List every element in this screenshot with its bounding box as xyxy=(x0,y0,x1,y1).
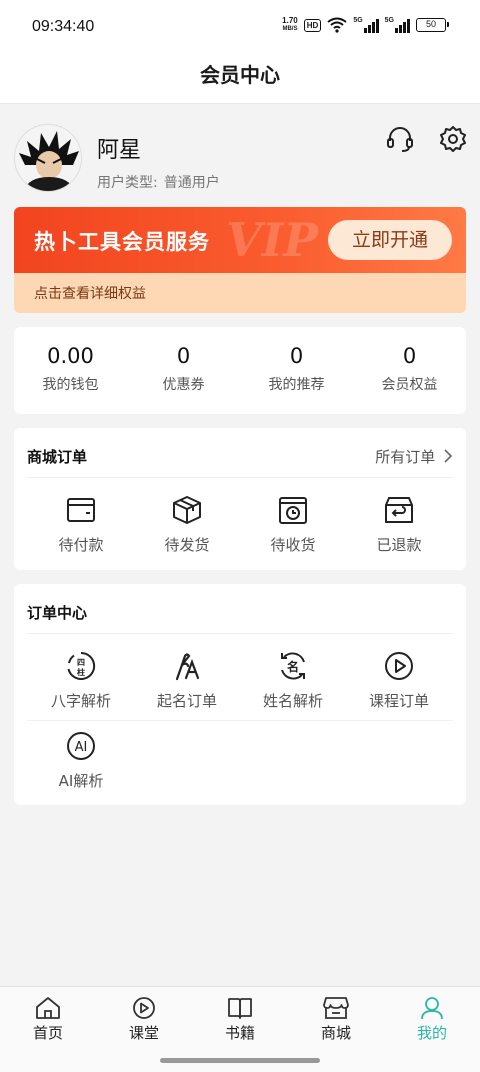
bazi-icon: 四 柱 xyxy=(67,651,96,680)
user-type: 用户类型: 普通用户 xyxy=(97,172,220,192)
play-circle-icon xyxy=(133,997,155,1019)
vip-subscribe-button[interactable]: 立即开通 xyxy=(328,220,452,260)
store-icon xyxy=(323,997,349,1019)
headset-icon[interactable] xyxy=(385,124,415,154)
chevron-right-icon xyxy=(444,449,453,463)
tab-home[interactable]: 首页 xyxy=(0,987,96,1072)
user-type-label: 用户类型: xyxy=(97,175,158,191)
vip-benefits-link[interactable]: 点击查看详细权益 xyxy=(34,283,146,303)
profile-section: 阿星 用户类型: 普通用户 xyxy=(0,104,480,204)
stat-coupons[interactable]: 0 优惠券 xyxy=(127,327,240,414)
order-center-row-2: AI AI解析 xyxy=(14,730,466,791)
play-circle-icon xyxy=(385,652,413,680)
gear-icon[interactable] xyxy=(438,124,468,154)
order-center-card: 订单中心 四 柱 八字解析 起名订单 名 姓名解析 课程订单 AI AI解析 xyxy=(14,584,466,805)
stat-label: 优惠券 xyxy=(162,377,205,393)
status-time: 09:34:40 xyxy=(32,18,95,35)
user-name: 阿星 xyxy=(97,138,142,163)
vip-banner-bottom[interactable]: 点击查看详细权益 xyxy=(14,273,466,313)
order-pending-payment[interactable]: 待付款 xyxy=(28,494,134,555)
return-box-icon xyxy=(385,497,413,523)
order-pending-shipment[interactable]: 待发货 xyxy=(134,494,240,555)
stat-value: 0 xyxy=(289,344,304,368)
signal-icon-2: 5G xyxy=(385,17,410,33)
svg-text:四: 四 xyxy=(77,658,85,667)
status-icons: 1.70 MB/S HD 5G 5G 50 xyxy=(282,16,449,33)
order-center-header: 订单中心 xyxy=(27,584,453,634)
status-bar: 09:34:40 1.70 MB/S HD 5G 5G 50 xyxy=(0,0,480,56)
battery-icon: 50 xyxy=(416,18,449,32)
stats-card: 0.00 我的钱包 0 优惠券 0 我的推荐 0 会员权益 xyxy=(14,327,466,414)
svg-text:AI: AI xyxy=(75,740,88,755)
shop-orders-row: 待付款 待发货 待收货 已退款 xyxy=(14,494,466,555)
order-center-title: 订单中心 xyxy=(27,604,88,622)
svg-text:名: 名 xyxy=(287,659,299,674)
svg-text:柱: 柱 xyxy=(77,667,85,677)
home-icon xyxy=(36,997,60,1019)
order-naming[interactable]: 起名订单 xyxy=(134,650,240,711)
order-ai-analysis[interactable]: AI AI解析 xyxy=(28,730,134,791)
naming-icon xyxy=(175,653,200,681)
home-indicator[interactable] xyxy=(160,1058,320,1063)
stat-referrals[interactable]: 0 我的推荐 xyxy=(240,327,353,414)
tab-mine[interactable]: 我的 xyxy=(384,987,480,1072)
shop-orders-card: 商城订单 所有订单 待付款 待发货 待收货 已退款 xyxy=(14,428,466,570)
avatar-image xyxy=(15,125,81,191)
user-icon xyxy=(421,997,443,1020)
order-refunded[interactable]: 已退款 xyxy=(346,494,452,555)
all-orders-link[interactable]: 所有订单 xyxy=(375,446,453,467)
stat-value: 0 xyxy=(402,344,417,368)
hd-icon: HD xyxy=(303,18,322,32)
stat-wallet[interactable]: 0.00 我的钱包 xyxy=(14,327,127,414)
user-type-value: 普通用户 xyxy=(163,175,220,191)
order-course[interactable]: 课程订单 xyxy=(346,650,452,711)
wifi-icon xyxy=(327,17,347,33)
avatar[interactable] xyxy=(14,124,82,192)
name-analysis-icon: 名 xyxy=(281,652,305,680)
stat-member-benefits[interactable]: 0 会员权益 xyxy=(353,327,466,414)
signal-icon-1: 5G xyxy=(353,17,379,33)
row-divider xyxy=(27,720,453,721)
wallet-icon xyxy=(67,498,95,522)
vip-banner-top: 热卜工具会员服务 VIP 立即开通 xyxy=(14,207,466,273)
book-icon xyxy=(228,998,252,1019)
order-center-row-1: 四 柱 八字解析 起名订单 名 姓名解析 课程订单 xyxy=(14,650,466,711)
shop-orders-header: 商城订单 所有订单 xyxy=(27,428,453,478)
order-name-analysis[interactable]: 名 姓名解析 xyxy=(240,650,346,711)
vip-title: 热卜工具会员服务 xyxy=(34,230,210,254)
order-bazi[interactable]: 四 柱 八字解析 xyxy=(28,650,134,711)
stat-value: 0 xyxy=(176,344,191,368)
order-pending-receipt[interactable]: 待收货 xyxy=(240,494,346,555)
network-speed: 1.70 MB/S xyxy=(282,16,298,33)
vip-watermark: VIP xyxy=(226,213,318,267)
clock-box-icon xyxy=(279,497,307,524)
ai-icon: AI xyxy=(67,732,95,760)
stat-value: 0.00 xyxy=(47,344,94,368)
vip-banner[interactable]: 热卜工具会员服务 VIP 立即开通 点击查看详细权益 xyxy=(14,207,466,313)
page-title: 会员中心 xyxy=(0,56,480,104)
stat-label: 会员权益 xyxy=(381,377,438,393)
shop-orders-title: 商城订单 xyxy=(27,448,88,466)
box-icon xyxy=(173,496,201,524)
stat-label: 我的推荐 xyxy=(268,377,325,393)
stat-label: 我的钱包 xyxy=(42,377,99,393)
